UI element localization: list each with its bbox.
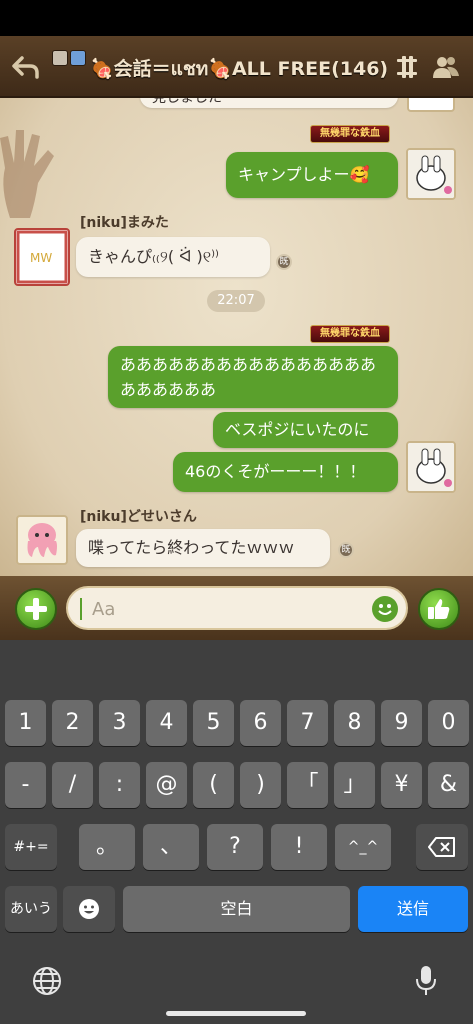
- key[interactable]: 5: [193, 700, 234, 746]
- avatar-self[interactable]: [406, 441, 456, 493]
- chat-header: 🍖会話＝แชท🍖ALL FREE(146): [0, 36, 473, 98]
- keyboard: 1 2 3 4 5 6 7 8 9 0 - / : @ ( ) 「 」 ¥ & …: [0, 640, 473, 1024]
- message-in[interactable]: きゃんぴ₍₍୨( ᐛ )୧⁾⁾: [76, 237, 270, 277]
- key[interactable]: 「: [287, 762, 328, 808]
- key[interactable]: 3: [99, 700, 140, 746]
- time-separator: 22:07: [207, 290, 265, 312]
- key[interactable]: 0: [428, 700, 469, 746]
- key[interactable]: 1: [5, 700, 46, 746]
- emoji-button[interactable]: [372, 596, 398, 622]
- emoji-icon: [378, 604, 392, 615]
- handprint-decoration: [0, 130, 54, 218]
- microphone-button[interactable]: [414, 964, 438, 998]
- read-mark: 既: [338, 542, 354, 558]
- partial-message-top: 見しました: [140, 98, 398, 108]
- title-badge: 無幾罪な鉄血: [310, 125, 390, 143]
- avatar-mamita[interactable]: MW: [14, 228, 70, 286]
- key[interactable]: ^_^: [335, 824, 391, 870]
- key[interactable]: 9: [381, 700, 422, 746]
- svg-text:MW: MW: [30, 251, 52, 265]
- key[interactable]: 、: [143, 824, 199, 870]
- symbols-key[interactable]: #+=: [5, 824, 57, 870]
- message-out[interactable]: 46のくそがーーー！！！: [173, 452, 398, 492]
- delete-key[interactable]: [416, 824, 468, 870]
- key[interactable]: ¥: [381, 762, 422, 808]
- avatar-self-image: [408, 443, 454, 491]
- settings-button[interactable]: [392, 52, 422, 82]
- key[interactable]: 7: [287, 700, 328, 746]
- key[interactable]: 。: [79, 824, 135, 870]
- message-out-line: ああああああああああああああああ: [120, 355, 377, 374]
- avatar-self[interactable]: [406, 148, 456, 200]
- key[interactable]: 4: [146, 700, 187, 746]
- message-out[interactable]: ベスポジにいたのに: [213, 412, 398, 448]
- avatar-doseisan[interactable]: [16, 515, 68, 565]
- key[interactable]: ): [240, 762, 281, 808]
- globe-icon: [33, 967, 61, 995]
- key[interactable]: (: [193, 762, 234, 808]
- key[interactable]: 8: [334, 700, 375, 746]
- title-badge: 無幾罪な鉄血: [310, 325, 390, 343]
- send-key[interactable]: 送信: [358, 886, 468, 932]
- read-mark: 既: [276, 254, 292, 270]
- avatar-self-top[interactable]: [407, 98, 455, 112]
- key[interactable]: &: [428, 762, 469, 808]
- thumbs-up-button[interactable]: [418, 588, 460, 630]
- key[interactable]: @: [146, 762, 187, 808]
- delete-icon: [428, 837, 455, 857]
- message-input-placeholder: Aa: [92, 599, 116, 620]
- emoji-keyboard-key[interactable]: [63, 886, 115, 932]
- home-indicator: [166, 1011, 306, 1016]
- text-caret: [80, 598, 82, 620]
- chat-area[interactable]: 見しました 無幾罪な鉄血 キャンプしよー🥰 MW [niku]まみた きゃんぴ₍…: [0, 98, 473, 576]
- room-icons: [52, 50, 86, 66]
- key[interactable]: 6: [240, 700, 281, 746]
- key[interactable]: !: [271, 824, 327, 870]
- kana-key[interactable]: あいう: [5, 886, 57, 932]
- message-out-line: ああああああ: [120, 380, 217, 399]
- back-arrow-icon: [12, 56, 39, 79]
- key[interactable]: ?: [207, 824, 263, 870]
- key[interactable]: 」: [334, 762, 375, 808]
- key[interactable]: -: [5, 762, 46, 808]
- key[interactable]: /: [52, 762, 93, 808]
- key[interactable]: 2: [52, 700, 93, 746]
- message-out[interactable]: キャンプしよー🥰: [226, 152, 398, 198]
- settings-icon: [397, 56, 417, 78]
- plus-icon: [25, 598, 47, 620]
- members-icon: [433, 57, 459, 78]
- sender-name: [niku]まみた: [80, 215, 169, 231]
- octopus-avatar-image: [27, 523, 57, 557]
- avatar-mamita-image: MW: [16, 230, 68, 284]
- input-bar: Aa: [0, 576, 473, 640]
- emoji-keyboard-icon: [79, 899, 99, 919]
- key[interactable]: :: [99, 762, 140, 808]
- space-key[interactable]: 空白: [123, 886, 350, 932]
- message-out[interactable]: ああああああああああああああああ ああああああ: [108, 346, 398, 408]
- message-input[interactable]: Aa: [66, 586, 408, 630]
- back-button[interactable]: [8, 50, 44, 84]
- microphone-icon: [416, 966, 436, 995]
- sender-name: [niku]どせいさん: [80, 509, 197, 525]
- globe-button[interactable]: [32, 966, 62, 996]
- thumbs-up-icon: [428, 599, 450, 619]
- members-button[interactable]: [430, 52, 462, 82]
- room-title[interactable]: 🍖会話＝แชท🍖ALL FREE(146): [90, 54, 390, 84]
- avatar-self-image: [408, 150, 454, 198]
- message-in[interactable]: 喋ってたら終わってたｗｗｗ: [76, 529, 330, 567]
- add-button[interactable]: [15, 588, 57, 630]
- status-bar: [0, 0, 473, 36]
